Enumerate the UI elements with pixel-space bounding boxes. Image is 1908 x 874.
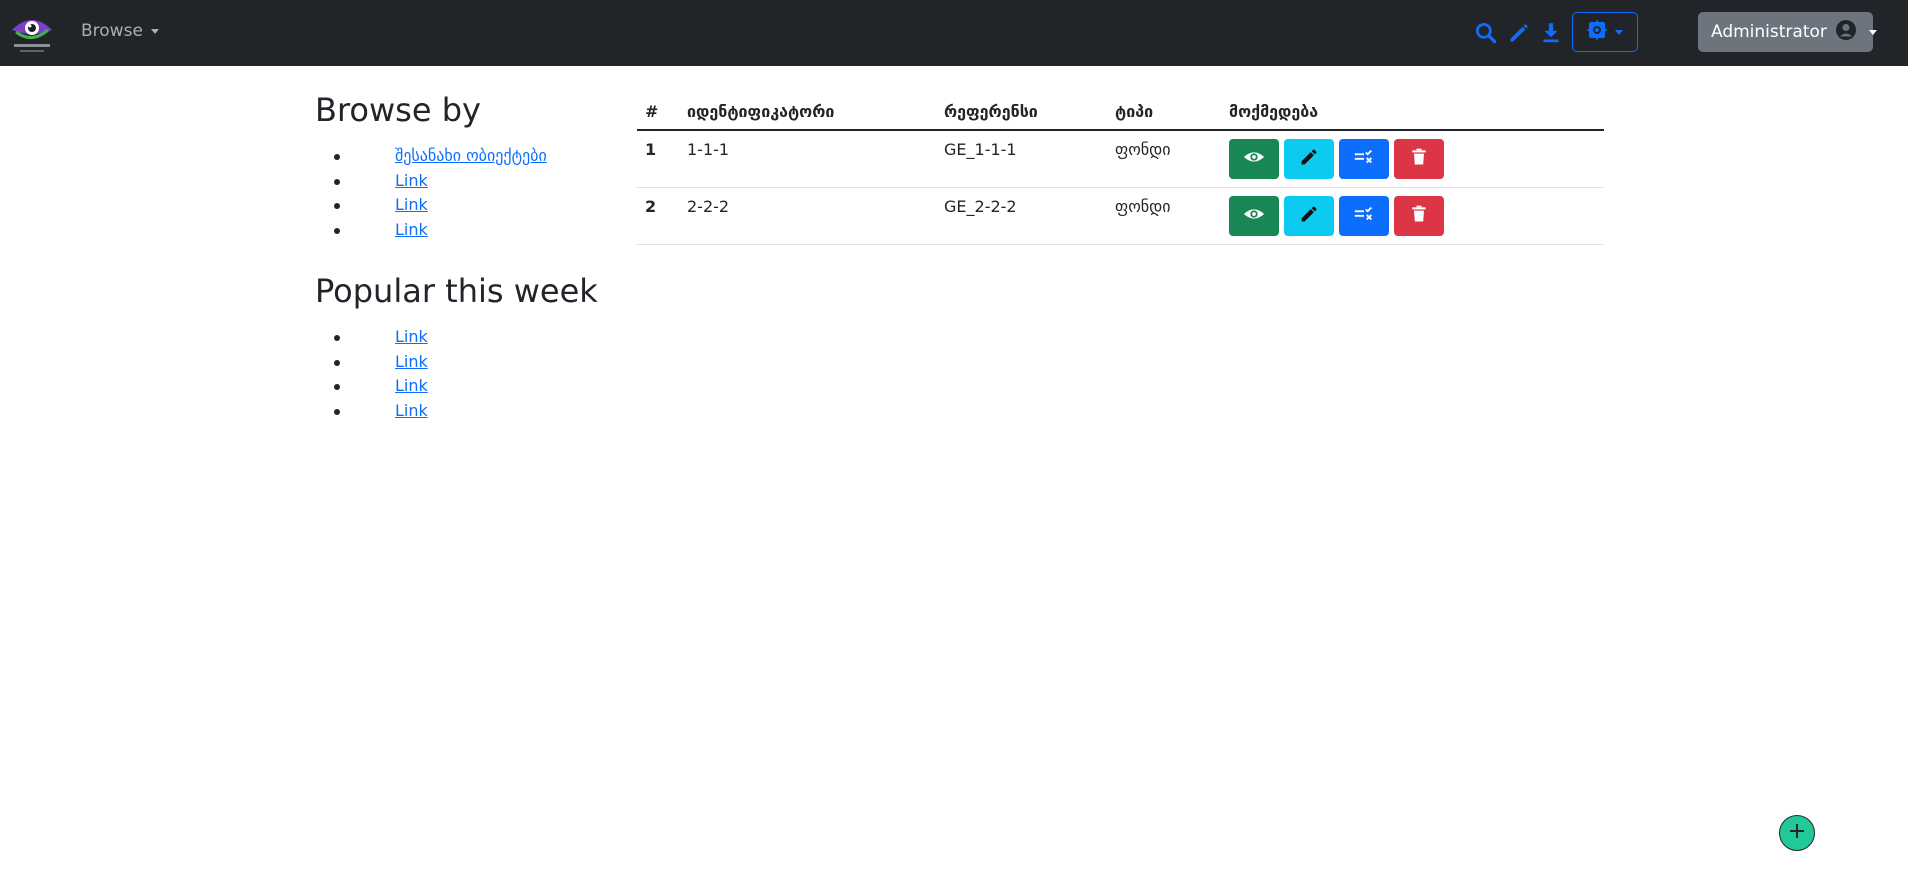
caret-down-icon: [1868, 29, 1877, 35]
browse-link[interactable]: Link: [395, 195, 428, 214]
eye-logo-icon[interactable]: [8, 8, 56, 56]
manage-button[interactable]: [1339, 196, 1389, 236]
browse-label: Browse: [81, 21, 143, 41]
user-avatar-icon: [1835, 19, 1857, 46]
browse-dropdown[interactable]: Browse: [81, 21, 159, 41]
popular-list: Link Link Link Link: [315, 325, 615, 423]
sidebar: Browse by შესანახი ობიექტები Link Link L…: [315, 86, 615, 423]
browse-link-archival-objects[interactable]: შესანახი ობიექტები: [395, 146, 547, 165]
reference-cell: GE_1-1-1: [944, 140, 1017, 159]
plus-icon: [1788, 822, 1806, 844]
list-item: Link: [315, 325, 615, 350]
pencil-icon[interactable]: [1506, 20, 1532, 46]
list-item: შესანახი ობიექტები: [315, 144, 615, 169]
edit-button[interactable]: [1284, 139, 1334, 179]
manage-button[interactable]: [1339, 139, 1389, 179]
caret-down-icon: [150, 28, 159, 34]
settings-icon: [1587, 20, 1607, 44]
identifier-cell: 1-1-1: [687, 140, 730, 159]
eye-icon: [1243, 203, 1265, 229]
trash-icon: [1409, 204, 1429, 228]
view-button[interactable]: [1229, 196, 1279, 236]
list-item: Link: [315, 374, 615, 399]
type-cell: ფონდი: [1115, 197, 1171, 216]
delete-button[interactable]: [1394, 196, 1444, 236]
list-item: Link: [315, 169, 615, 194]
edit-button[interactable]: [1284, 196, 1334, 236]
browse-link[interactable]: Link: [395, 171, 428, 190]
delete-button[interactable]: [1394, 139, 1444, 179]
browse-by-title: Browse by: [315, 91, 481, 129]
add-button[interactable]: [1779, 815, 1815, 851]
user-menu-button[interactable]: Administrator: [1698, 12, 1877, 52]
download-icon[interactable]: [1538, 20, 1564, 46]
checklist-icon: [1353, 203, 1375, 229]
view-button[interactable]: [1229, 139, 1279, 179]
column-header-reference: რეფერენსი: [944, 101, 1038, 121]
trash-icon: [1409, 147, 1429, 171]
checklist-icon: [1353, 146, 1375, 172]
list-item: Link: [315, 218, 615, 243]
column-header-number: #: [645, 101, 659, 121]
search-icon[interactable]: [1473, 20, 1499, 46]
browse-link[interactable]: Link: [395, 220, 428, 239]
list-item: Link: [315, 350, 615, 375]
column-header-type: ტიპი: [1115, 101, 1154, 121]
caret-down-icon: [1615, 29, 1623, 35]
list-item: Link: [315, 193, 615, 218]
column-header-actions: მოქმედება: [1229, 101, 1319, 121]
row-actions: [1229, 131, 1604, 187]
pencil-icon: [1299, 147, 1319, 171]
popular-link[interactable]: Link: [395, 352, 428, 371]
popular-this-week-title: Popular this week: [315, 272, 598, 310]
popular-link[interactable]: Link: [395, 376, 428, 395]
top-navbar: Browse Administrator: [0, 0, 1908, 66]
column-header-identifier: იდენტიფიკატორი: [687, 101, 835, 121]
list-item: Link: [315, 399, 615, 424]
reference-cell: GE_2-2-2: [944, 197, 1017, 216]
eye-icon: [1243, 146, 1265, 172]
popular-link[interactable]: Link: [395, 401, 428, 420]
browse-by-list: შესანახი ობიექტები Link Link Link: [315, 144, 615, 242]
row-number: 2: [645, 197, 657, 216]
type-cell: ფონდი: [1115, 140, 1171, 159]
records-table: # იდენტიფიკატორი რეფერენსი ტიპი მოქმედებ…: [637, 93, 1604, 245]
popular-link[interactable]: Link: [395, 327, 428, 346]
table-header-row: # იდენტიფიკატორი რეფერენსი ტიპი მოქმედებ…: [637, 93, 1604, 131]
table-row: 2 2-2-2 GE_2-2-2 ფონდი: [637, 188, 1604, 245]
row-number: 1: [645, 140, 657, 159]
table-row: 1 1-1-1 GE_1-1-1 ფონდი: [637, 131, 1604, 188]
row-actions: [1229, 188, 1604, 244]
settings-dropdown-button[interactable]: [1572, 12, 1638, 52]
identifier-cell: 2-2-2: [687, 197, 730, 216]
admin-label: Administrator: [1711, 22, 1827, 42]
pencil-icon: [1299, 204, 1319, 228]
